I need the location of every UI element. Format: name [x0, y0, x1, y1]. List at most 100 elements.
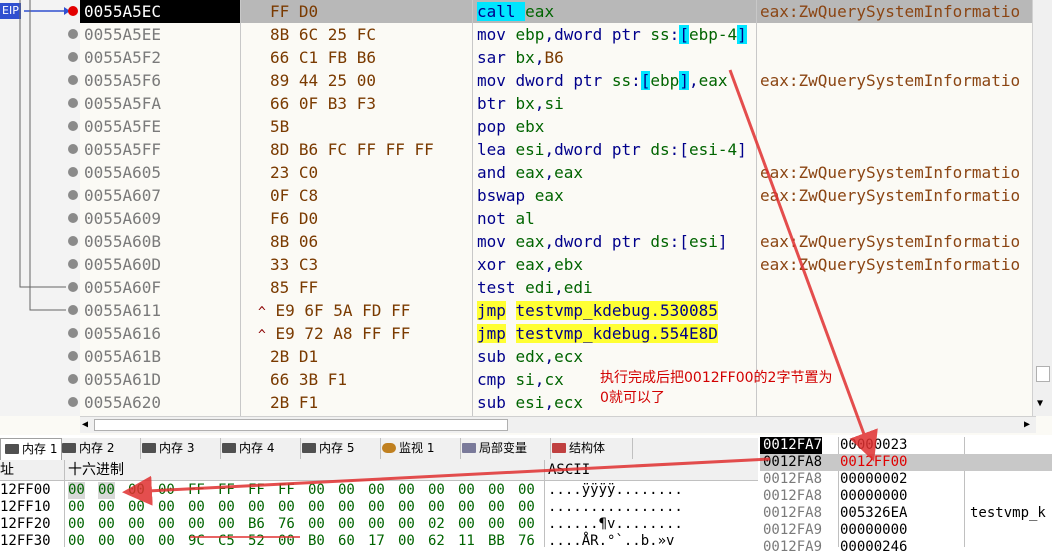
dump-byte[interactable]: 00	[98, 533, 115, 550]
disasm-row[interactable]: 0055A607 0F C8 bswap eax eax:ZwQuerySystemI…	[80, 184, 1036, 207]
stack-row[interactable]: 0012FA8 005326EA testvmp_k	[760, 505, 1052, 522]
tab-8[interactable]: 结构体	[548, 438, 633, 459]
dump-byte[interactable]: 00	[518, 516, 535, 533]
dump-byte[interactable]: 00	[308, 482, 325, 499]
dump-byte[interactable]: 00	[428, 482, 445, 499]
dump-byte[interactable]: 00	[278, 533, 295, 550]
disasm-row[interactable]: 0055A5F2 66 C1 FB B6 sar bx,B6	[80, 46, 1036, 69]
breakpoint-icon[interactable]	[68, 6, 78, 16]
breakpoint-icon[interactable]	[68, 305, 78, 315]
disasm-row[interactable]: 0055A60D 33 C3 xor eax,ebx eax:ZwQuerySyste…	[80, 253, 1036, 276]
dump-byte[interactable]: 02	[428, 516, 445, 533]
stack-row[interactable]: 0012FA7 00000023	[760, 437, 1052, 454]
dump-byte[interactable]: FF	[218, 482, 235, 499]
tab-1[interactable]: 内存 1	[0, 438, 62, 460]
dump-byte[interactable]: B6	[248, 516, 265, 533]
tab-5[interactable]: 内存 5	[298, 438, 381, 459]
dump-byte[interactable]: 00	[158, 482, 175, 499]
dump-byte[interactable]: 00	[518, 499, 535, 516]
dump-byte[interactable]: 00	[458, 482, 475, 499]
tab-3[interactable]: 内存 3	[138, 438, 221, 459]
dump-byte[interactable]: B0	[308, 533, 325, 550]
disassembly-view[interactable]: EIP 0055A5EC FF D0 call eax eax:ZwQuerySyst…	[0, 0, 1052, 435]
tab-7[interactable]: 局部变量	[458, 438, 551, 459]
dump-byte[interactable]: 00	[428, 499, 445, 516]
dump-byte[interactable]: 00	[338, 499, 355, 516]
dump-byte[interactable]: BB	[488, 533, 505, 550]
dump-byte[interactable]: 00	[398, 533, 415, 550]
horizontal-scrollbar[interactable]: ◀ ▶	[80, 416, 1036, 433]
dump-byte[interactable]: 00	[128, 482, 145, 499]
dump-byte[interactable]: 00	[368, 482, 385, 499]
dump-byte[interactable]: 11	[458, 533, 475, 550]
dump-byte[interactable]: 76	[278, 516, 295, 533]
dump-byte[interactable]: 00	[248, 499, 265, 516]
breakpoint-icon[interactable]	[68, 29, 78, 39]
dump-byte[interactable]: 00	[98, 516, 115, 533]
breakpoint-icon[interactable]	[68, 52, 78, 62]
breakpoint-icon[interactable]	[68, 397, 78, 407]
disasm-row[interactable]: 0055A609 F6 D0 not al	[80, 207, 1036, 230]
disasm-row[interactable]: 0055A5FE 5B pop ebx	[80, 115, 1036, 138]
dump-byte[interactable]: 60	[338, 533, 355, 550]
scroll-right-icon[interactable]: ▶	[1024, 419, 1030, 431]
dump-byte[interactable]: 00	[128, 516, 145, 533]
disasm-row[interactable]: 0055A616 ^ E9 72 A8 FF FF jmp testvmp_kdeb…	[80, 322, 1036, 345]
breakpoint-icon[interactable]	[68, 213, 78, 223]
dump-byte[interactable]: 00	[458, 516, 475, 533]
dump-byte[interactable]: 00	[68, 533, 85, 550]
disasm-row[interactable]: 0055A5F6 89 44 25 00 mov dword ptr ss:[ebp…	[80, 69, 1036, 92]
dump-byte[interactable]: 17	[368, 533, 385, 550]
disasm-row[interactable]: 0055A620 2B F1 sub esi,ecx	[80, 391, 1036, 414]
disasm-row[interactable]: 0055A60F 85 FF test edi,edi	[80, 276, 1036, 299]
dump-byte[interactable]: 00	[188, 499, 205, 516]
dump-byte[interactable]: 00	[128, 533, 145, 550]
breakpoint-icon[interactable]	[68, 75, 78, 85]
disasm-row[interactable]: 0055A605 23 C0 and eax,eax eax:ZwQuerySyste…	[80, 161, 1036, 184]
scroll-left-icon[interactable]: ◀	[82, 419, 88, 431]
breakpoint-icon[interactable]	[68, 374, 78, 384]
dump-byte[interactable]: 00	[98, 499, 115, 516]
dump-byte[interactable]: 00	[368, 516, 385, 533]
disasm-row[interactable]: 0055A61D 66 3B F1 cmp si,cx	[80, 368, 1036, 391]
dump-byte[interactable]: 00	[488, 499, 505, 516]
breakpoint-icon[interactable]	[68, 190, 78, 200]
disasm-row[interactable]: 0055A61B 2B D1 sub edx,ecx	[80, 345, 1036, 368]
memory-dump[interactable]: 址 十六进制 ASCII 12FF00 00 00 00 00 FF FF FF FF 00 00 0…	[0, 460, 758, 550]
breakpoint-icon[interactable]	[68, 282, 78, 292]
dump-byte[interactable]: 00	[128, 499, 145, 516]
breakpoint-icon[interactable]	[68, 167, 78, 177]
disasm-row[interactable]: 0055A5EE 8B 6C 25 FC mov ebp,dword ptr ss:…	[80, 23, 1036, 46]
tab-2[interactable]: 内存 2	[58, 438, 141, 459]
disasm-row[interactable]: 0055A5FF 8D B6 FC FF FF FF lea esi,dword p…	[80, 138, 1036, 161]
dump-byte[interactable]: 52	[248, 533, 265, 550]
breakpoint-icon[interactable]	[68, 236, 78, 246]
dump-byte[interactable]: 00	[158, 499, 175, 516]
breakpoint-icon[interactable]	[68, 328, 78, 338]
disasm-row[interactable]: 0055A60B 8B 06 mov eax,dword ptr ds:[esi] e…	[80, 230, 1036, 253]
disasm-row[interactable]: 0055A5FA 66 0F B3 F3 btr bx,si	[80, 92, 1036, 115]
stack-row[interactable]: 0012FA9 00000000	[760, 522, 1052, 539]
dump-byte[interactable]: C5	[218, 533, 235, 550]
stack-row[interactable]: 0012FA9 00000246	[760, 539, 1052, 556]
disasm-row[interactable]: 0055A5EC FF D0 call eax eax:ZwQuerySystemIn…	[80, 0, 1036, 23]
stack-row[interactable]: 0012FA8 00000000	[760, 488, 1052, 505]
dump-byte[interactable]: 00	[518, 482, 535, 499]
vertical-scrollbar[interactable]: ▼	[1032, 0, 1052, 416]
dump-byte[interactable]: 00	[488, 516, 505, 533]
dump-byte[interactable]: 00	[68, 482, 85, 499]
dump-byte[interactable]: FF	[188, 482, 205, 499]
dump-byte[interactable]: 00	[158, 516, 175, 533]
dump-byte[interactable]: 00	[338, 482, 355, 499]
dump-byte[interactable]: 00	[488, 482, 505, 499]
breakpoint-icon[interactable]	[68, 259, 78, 269]
vertical-scroll-thumb[interactable]	[1036, 366, 1050, 382]
horizontal-scroll-thumb[interactable]	[94, 419, 508, 431]
dump-byte[interactable]: 00	[458, 499, 475, 516]
dump-byte[interactable]: 00	[188, 516, 205, 533]
stack-row[interactable]: 0012FA8 00000002	[760, 471, 1052, 488]
dump-byte[interactable]: 00	[158, 533, 175, 550]
dump-byte[interactable]: 62	[428, 533, 445, 550]
breakpoint-icon[interactable]	[68, 121, 78, 131]
tab-6[interactable]: 监视 1	[378, 438, 461, 459]
